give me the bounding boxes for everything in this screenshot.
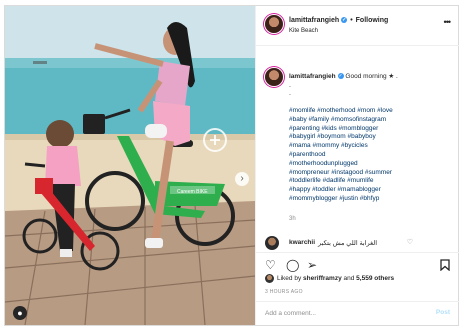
hashtag-line[interactable]: #mama #mommy #bycicles [289, 142, 449, 151]
bookmark-icon[interactable] [440, 259, 450, 273]
hashtag-list: #momlife #motherhood #mom #love #baby #f… [289, 107, 449, 204]
verified-badge-icon: ✓ [341, 17, 348, 24]
caption-first-line: lamittafrangieh ✓ Good morning ★ . [289, 72, 398, 80]
hashtag-line[interactable]: #mompreneur #instagood #summer [289, 169, 449, 178]
ellipsis-icon[interactable]: ••• [444, 17, 452, 27]
beach-bicycle-scene: Careem BIKE [5, 6, 255, 325]
paper-plane-icon[interactable]: ➢ [307, 259, 317, 271]
hashtag-line[interactable]: #momlife #motherhood #mom #love [289, 107, 449, 116]
separator-dot: • [350, 17, 353, 24]
hashtag-line[interactable]: #motherhoodunplugged [289, 160, 449, 169]
instagram-post: Careem BIKE › ● lamittafrangieh ✓ • Foll… [4, 5, 459, 326]
zoom-plus-icon [203, 128, 227, 152]
hashtag-line[interactable]: #parenting #kids #momblogger [289, 125, 449, 134]
comment-input[interactable] [265, 307, 405, 319]
verified-badge-icon: ✓ [337, 73, 344, 80]
following-button[interactable]: Following [356, 17, 389, 24]
commenter-username[interactable]: kwarchii [289, 239, 315, 246]
location-link[interactable]: Kite Beach [289, 28, 318, 34]
liker-avatar [265, 274, 274, 283]
caption-time: 3h [289, 216, 296, 222]
hashtag-line[interactable]: #baby #family #momsofinstagram [289, 116, 449, 125]
hashtag-line[interactable]: #parenthood [289, 151, 449, 160]
likes-summary: Liked by sherifframzy and 5,559 others [265, 274, 394, 283]
liker-username[interactable]: sherifframzy [303, 275, 342, 282]
avatar[interactable] [265, 15, 283, 33]
hashtag-line[interactable]: #toddlerlife #dadlife #mumlife [289, 177, 449, 186]
others-link[interactable]: 5,559 others [356, 275, 394, 282]
post-header: lamittafrangieh ✓ • Following Kite Beach ••… [256, 6, 459, 46]
hashtag-line[interactable]: #happy #toddler #mamablogger [289, 186, 449, 195]
heart-icon[interactable]: ♡ [265, 259, 276, 271]
comment-icon[interactable]: ◯ [286, 259, 299, 271]
caption-text: Good morning ★ . [345, 73, 398, 80]
caption-username[interactable]: lamittafrangieh [289, 73, 336, 80]
action-bar: ♡ ◯ ➢ [256, 252, 459, 273]
hashtag-line[interactable]: #mommyblogger #justin #bhfyp [289, 195, 449, 204]
post-author: lamittafrangieh ✓ • Following [289, 17, 388, 24]
commenter-avatar[interactable] [265, 236, 279, 250]
post-side-panel: lamittafrangieh ✓ • Following Kite Beach ••… [255, 6, 459, 325]
chevron-right-icon[interactable]: › [235, 172, 249, 186]
comment-row: kwarchii الغرابة اللي مش بتكبر ♡ [256, 232, 459, 252]
post-photo[interactable]: Careem BIKE › ● [5, 6, 255, 325]
post-timestamp: 3 HOURS AGO [265, 289, 303, 295]
heart-outline-icon[interactable]: ♡ [407, 238, 413, 246]
comment-text: الغرابة اللي مش بتكبر [318, 240, 378, 247]
post-button[interactable]: Post [436, 309, 450, 316]
author-username[interactable]: lamittafrangieh [289, 17, 339, 24]
user-tag-icon[interactable]: ● [13, 306, 27, 320]
hashtag-line[interactable]: #babygirl #boymom #babyboy [289, 133, 449, 142]
caption-avatar[interactable] [265, 68, 283, 86]
bike-brand-label: Careem BIKE [177, 189, 208, 195]
caption-dots: . . [289, 82, 291, 97]
post-caption: lamittafrangieh ✓ Good morning ★ . . . #m… [256, 46, 459, 222]
add-comment-bar: Post [256, 301, 459, 325]
